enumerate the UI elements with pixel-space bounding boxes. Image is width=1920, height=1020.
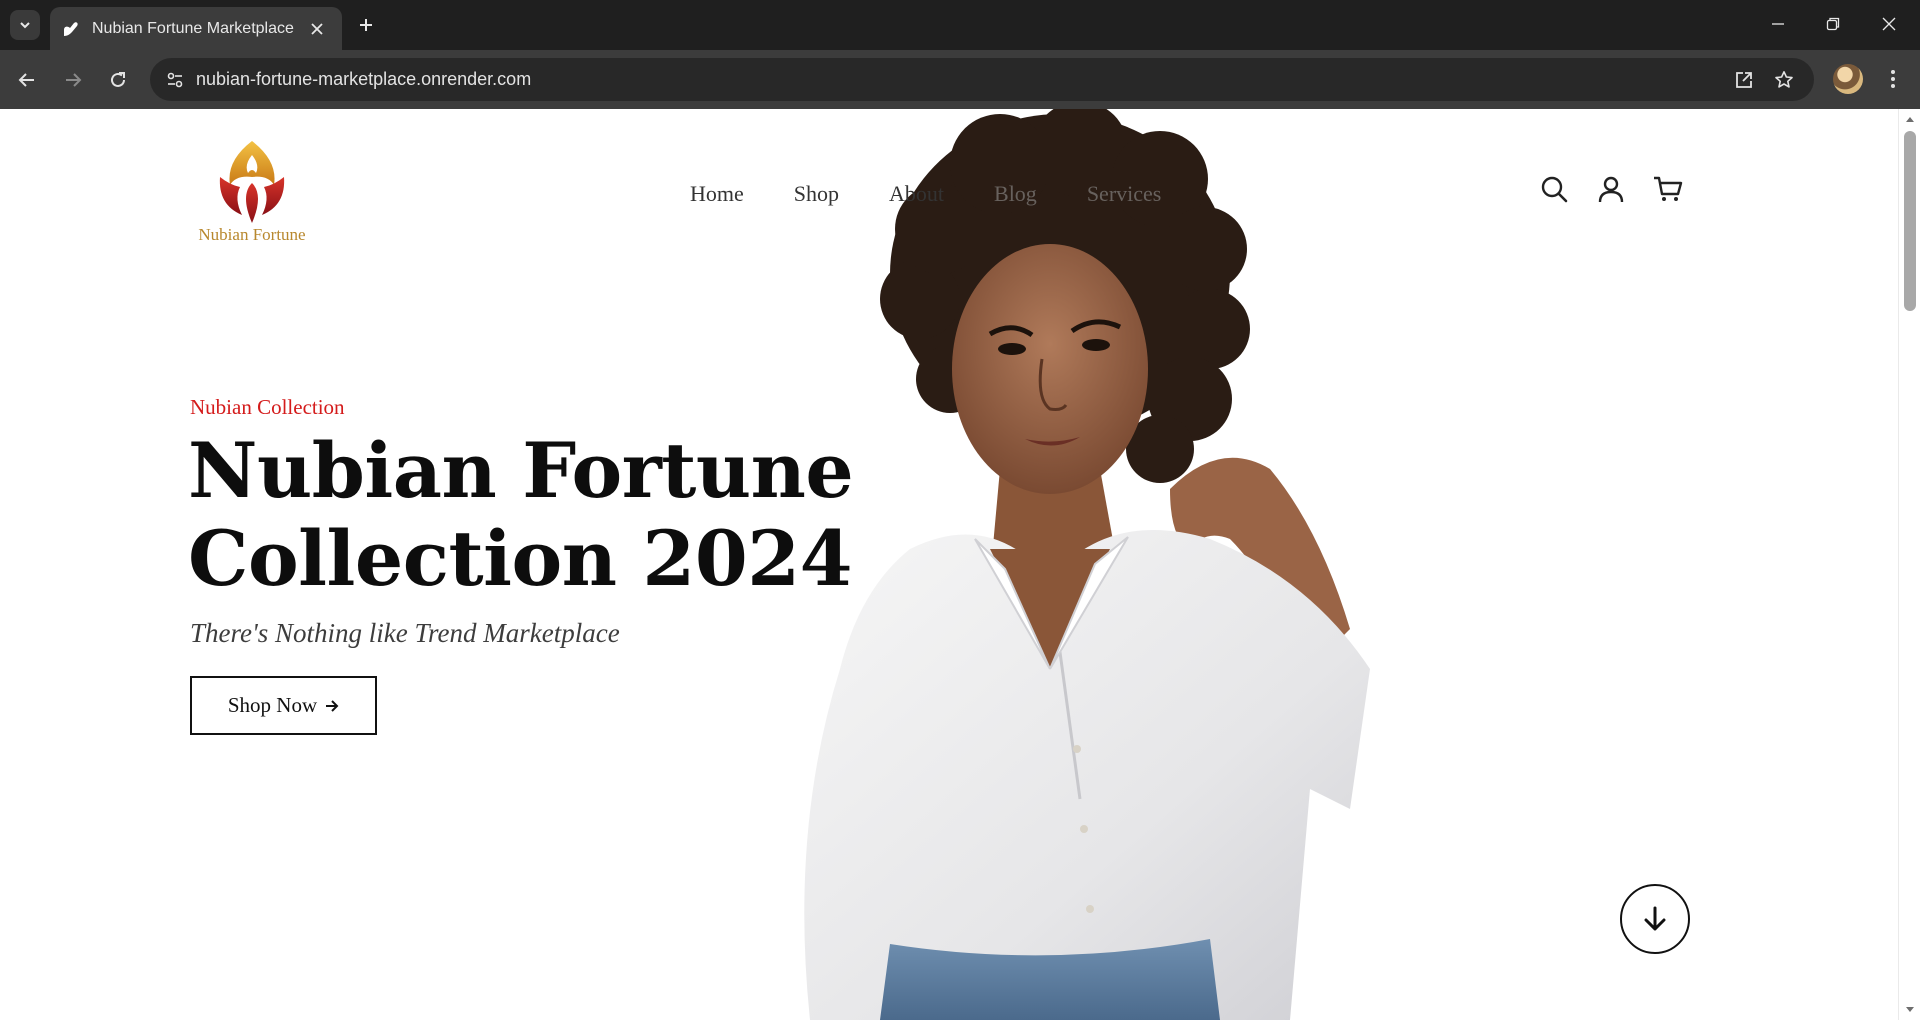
close-icon <box>1882 17 1896 31</box>
nav-link-blog[interactable]: Blog <box>994 181 1037 207</box>
hero-model-image <box>804 109 1370 1020</box>
site-favicon-icon <box>64 21 78 36</box>
scroll-up-arrow-icon[interactable] <box>1904 113 1916 125</box>
shop-now-label: Shop Now <box>227 693 318 717</box>
arrow-down-icon <box>1644 906 1666 931</box>
minimize-icon <box>1772 23 1784 25</box>
hero-eyebrow: Nubian Collection <box>190 395 345 419</box>
close-window-button[interactable] <box>1866 6 1912 42</box>
bookmark-button[interactable] <box>1768 64 1800 96</box>
scroll-down-button[interactable] <box>1620 884 1690 954</box>
flame-crest-logo-icon <box>219 141 285 223</box>
hero-headline-line-2: Collection 2024 <box>188 514 852 603</box>
cart-button[interactable] <box>1652 173 1684 205</box>
nav-link-home[interactable]: Home <box>690 181 744 207</box>
hero-tagline: There's Nothing like Trend Marketplace <box>190 618 620 648</box>
hero-headline: Nubian Fortune Collection 2024 <box>188 426 854 603</box>
open-external-icon <box>1736 72 1752 88</box>
user-icon <box>1598 176 1624 203</box>
browser-menu-button[interactable] <box>1877 63 1909 95</box>
open-in-app-button[interactable] <box>1728 64 1760 96</box>
address-bar[interactable]: nubian-fortune-marketplace.onrender.com <box>150 58 1814 101</box>
logo-wordmark: Nubian Fortune <box>198 225 306 244</box>
tab-title: Nubian Fortune Marketplace <box>92 19 294 37</box>
forward-button[interactable] <box>56 63 90 97</box>
site-logo[interactable]: Nubian Fortune <box>190 137 314 247</box>
star-icon <box>1775 71 1793 88</box>
tune-icon <box>167 72 183 88</box>
arrow-right-icon <box>66 73 82 87</box>
nav-link-about[interactable]: About <box>889 181 944 207</box>
browser-toolbar: nubian-fortune-marketplace.onrender.com <box>0 50 1920 109</box>
arrow-left-icon <box>18 73 34 87</box>
scroll-down-arrow-icon[interactable] <box>1904 1004 1916 1016</box>
nav-link-shop[interactable]: Shop <box>794 181 839 207</box>
reload-button[interactable] <box>101 63 135 97</box>
reload-icon <box>111 72 125 87</box>
main-navigation: Home Shop About Blog Services <box>690 181 1161 207</box>
new-tab-button[interactable] <box>352 11 380 39</box>
restore-icon <box>1826 17 1840 31</box>
restore-button[interactable] <box>1810 6 1856 42</box>
page-scrollbar[interactable] <box>1898 109 1920 1020</box>
back-button[interactable] <box>10 63 44 97</box>
tab-search-button[interactable] <box>10 10 40 40</box>
hero-headline-line-1: Nubian Fortune <box>188 426 854 515</box>
site-info-button[interactable] <box>159 64 191 96</box>
more-vert-icon <box>1891 70 1895 88</box>
account-button[interactable] <box>1595 173 1627 205</box>
page-viewport: Nubian Fortune Home Shop About Blog Serv… <box>0 109 1898 1020</box>
scrollbar-thumb[interactable] <box>1904 131 1916 311</box>
search-button[interactable] <box>1538 173 1570 205</box>
nav-link-services[interactable]: Services <box>1087 181 1162 207</box>
url-text[interactable]: nubian-fortune-marketplace.onrender.com <box>196 69 531 90</box>
plus-icon <box>360 19 372 31</box>
shop-now-button[interactable]: Shop Now <box>190 676 377 735</box>
search-icon <box>1541 176 1568 203</box>
profile-avatar[interactable] <box>1833 64 1863 94</box>
tab-close-icon[interactable] <box>306 18 328 40</box>
chevron-down-icon <box>20 22 30 29</box>
browser-tab-active[interactable]: Nubian Fortune Marketplace <box>50 7 342 50</box>
arrow-right-icon <box>326 699 339 712</box>
minimize-button[interactable] <box>1755 6 1801 42</box>
browser-tab-bar: Nubian Fortune Marketplace <box>0 0 1920 50</box>
shopping-cart-icon <box>1654 176 1683 201</box>
